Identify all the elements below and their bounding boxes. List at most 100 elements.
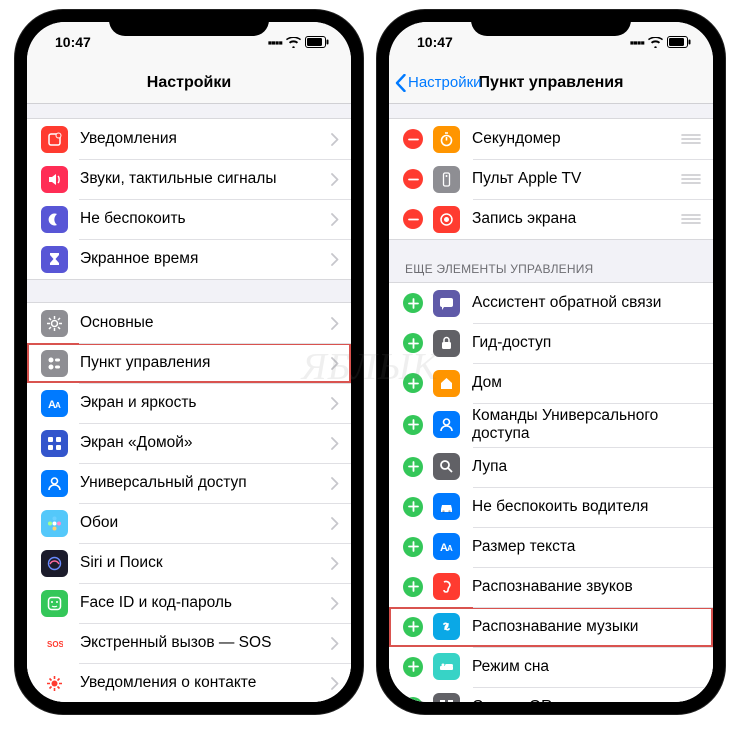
siri-icon	[41, 550, 68, 577]
chevron-right-icon	[331, 477, 339, 490]
settings-row[interactable]: Экран «Домой»	[27, 423, 351, 463]
add-button[interactable]	[403, 617, 423, 637]
chevron-right-icon	[331, 133, 339, 146]
person-icon	[433, 411, 460, 438]
more-control-row[interactable]: Лупа	[389, 447, 713, 487]
more-control-row[interactable]: Дом	[389, 363, 713, 403]
section-header: ЕЩЕ ЭЛЕМЕНТЫ УПРАВЛЕНИЯ	[389, 262, 713, 282]
included-control-row[interactable]: Запись экрана	[389, 199, 713, 239]
row-label: Звуки, тактильные сигналы	[80, 170, 331, 188]
home-icon	[433, 370, 460, 397]
row-label: Сканер QR-кода	[472, 698, 701, 702]
row-label: Уведомления	[80, 130, 331, 148]
add-button[interactable]	[403, 415, 423, 435]
more-control-row[interactable]: Гид-доступ	[389, 323, 713, 363]
add-button[interactable]	[403, 577, 423, 597]
settings-row[interactable]: Экранное время	[27, 239, 351, 279]
chevron-right-icon	[331, 397, 339, 410]
row-label: Распознавание музыки	[472, 618, 701, 636]
drag-handle-icon[interactable]	[681, 134, 701, 144]
settings-row[interactable]: Пункт управления	[27, 343, 351, 383]
included-control-row[interactable]: Пульт Apple TV	[389, 159, 713, 199]
more-control-row[interactable]: AA Размер текста	[389, 527, 713, 567]
add-button[interactable]	[403, 497, 423, 517]
gear-icon	[41, 310, 68, 337]
settings-row[interactable]: Основные	[27, 303, 351, 343]
page-title: Пункт управления	[479, 74, 624, 92]
row-label: Face ID и код-пароль	[80, 594, 331, 612]
more-control-row[interactable]: Сканер QR-кода	[389, 687, 713, 702]
row-label: Размер текста	[472, 538, 701, 556]
chevron-right-icon	[331, 173, 339, 186]
add-button[interactable]	[403, 657, 423, 677]
grid-icon	[41, 430, 68, 457]
hourglass-icon	[41, 246, 68, 273]
add-button[interactable]	[403, 373, 423, 393]
drag-handle-icon[interactable]	[681, 214, 701, 224]
screen-right: 10:47 ▪▪▪▪ Настройки Пункт управления Се…	[389, 22, 713, 702]
settings-row[interactable]: Обои	[27, 503, 351, 543]
remove-button[interactable]	[403, 169, 423, 189]
notch	[471, 10, 631, 36]
settings-row[interactable]: Звуки, тактильные сигналы	[27, 159, 351, 199]
remove-button[interactable]	[403, 209, 423, 229]
content-right[interactable]: СекундомерПульт Apple TVЗапись экрана ЕЩЕ…	[389, 104, 713, 702]
settings-row[interactable]: Уведомления	[27, 119, 351, 159]
more-control-row[interactable]: Распознавание звуков	[389, 567, 713, 607]
face-icon	[41, 590, 68, 617]
row-label: Уведомления о контакте	[80, 674, 331, 692]
settings-row[interactable]: Не беспокоить	[27, 199, 351, 239]
wifi-icon	[286, 37, 301, 48]
car-icon	[433, 493, 460, 520]
row-label: Экран «Домой»	[80, 434, 331, 452]
row-label: Не беспокоить водителя	[472, 498, 701, 516]
drag-handle-icon[interactable]	[681, 174, 701, 184]
add-button[interactable]	[403, 457, 423, 477]
battery-icon	[667, 36, 691, 48]
row-label: Дом	[472, 374, 701, 392]
ear-icon	[433, 573, 460, 600]
moon-icon	[41, 206, 68, 233]
row-label: Распознавание звуков	[472, 578, 701, 596]
row-label: Siri и Поиск	[80, 554, 331, 572]
content-left[interactable]: Уведомления Звуки, тактильные сигналы Не б…	[27, 104, 351, 702]
included-control-row[interactable]: Секундомер	[389, 119, 713, 159]
text-icon: AA	[433, 533, 460, 560]
settings-row[interactable]: Универсальный доступ	[27, 463, 351, 503]
row-label: Экстренный вызов — SOS	[80, 634, 331, 652]
mag-icon	[433, 453, 460, 480]
settings-row[interactable]: Siri и Поиск	[27, 543, 351, 583]
phone-right: 10:47 ▪▪▪▪ Настройки Пункт управления Се…	[377, 10, 725, 714]
settings-row[interactable]: Уведомления о контакте	[27, 663, 351, 702]
settings-row[interactable]: AAЭкран и яркость	[27, 383, 351, 423]
text-icon: AA	[41, 390, 68, 417]
add-button[interactable]	[403, 537, 423, 557]
notif-icon	[41, 126, 68, 153]
phone-left: 10:47 ▪▪▪▪ Настройки УведомленияЗвуки, т…	[15, 10, 363, 714]
add-button[interactable]	[403, 697, 423, 702]
remove-button[interactable]	[403, 129, 423, 149]
more-control-row[interactable]: Не беспокоить водителя	[389, 487, 713, 527]
more-control-row[interactable]: Режим сна	[389, 647, 713, 687]
sos-icon: SOS	[41, 630, 68, 657]
page-title: Настройки	[147, 74, 231, 92]
remote-icon	[433, 166, 460, 193]
settings-row[interactable]: Face ID и код-пароль	[27, 583, 351, 623]
more-control-row[interactable]: Команды Универсального доступа	[389, 403, 713, 447]
more-control-row[interactable]: Распознавание музыки	[389, 607, 713, 647]
svg-text:A: A	[447, 544, 453, 553]
flower-icon	[41, 510, 68, 537]
more-control-row[interactable]: Ассистент обратной связи	[389, 283, 713, 323]
chevron-right-icon	[331, 437, 339, 450]
row-label: Обои	[80, 514, 331, 532]
settings-row[interactable]: SOS Экстренный вызов — SOS	[27, 623, 351, 663]
row-label: Гид-доступ	[472, 334, 701, 352]
add-button[interactable]	[403, 333, 423, 353]
chevron-right-icon	[331, 637, 339, 650]
status-time: 10:47	[55, 34, 91, 50]
add-button[interactable]	[403, 293, 423, 313]
row-label: Ассистент обратной связи	[472, 294, 701, 312]
chevron-right-icon	[331, 317, 339, 330]
back-button[interactable]: Настройки	[395, 74, 482, 92]
nav-bar: Настройки Пункт управления	[389, 62, 713, 104]
